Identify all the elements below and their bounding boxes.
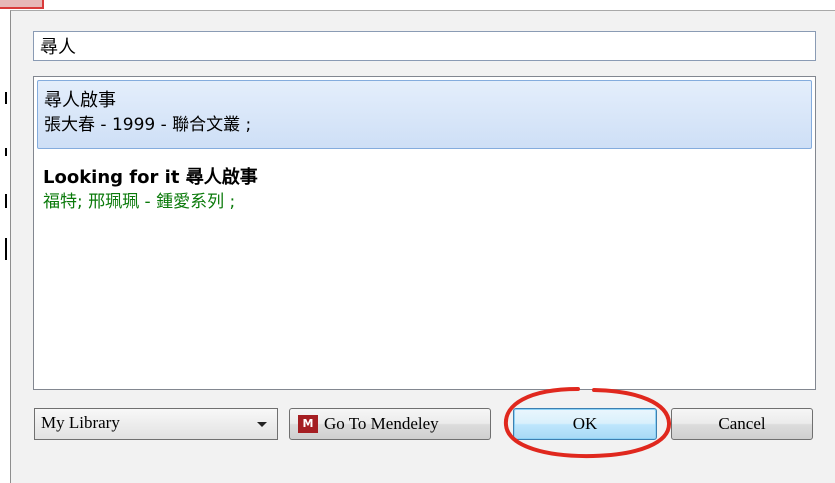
go-to-mendeley-label: Go To Mendeley: [324, 414, 439, 433]
background-edge-mark: [5, 92, 7, 104]
result-item[interactable]: Looking for it 尋人啟事 福特; 邢珮珮 - 鍾愛系列 ;: [37, 158, 812, 218]
search-input[interactable]: [33, 31, 816, 61]
ok-button[interactable]: OK: [513, 408, 657, 440]
ok-button-label: OK: [572, 414, 598, 433]
library-select-value: My Library: [41, 413, 120, 432]
result-details: 張大春 - 1999 - 聯合文叢 ;: [44, 115, 252, 135]
chevron-down-icon: [257, 422, 267, 427]
screenshot-canvas: 尋人啟事 張大春 - 1999 - 聯合文叢 ; Looking for it …: [0, 0, 835, 483]
result-item[interactable]: 尋人啟事 張大春 - 1999 - 聯合文叢 ;: [37, 80, 812, 149]
result-title: Looking for it 尋人啟事: [43, 167, 258, 188]
result-title: 尋人啟事: [44, 90, 116, 111]
go-to-mendeley-button[interactable]: M Go To Mendeley: [289, 408, 491, 440]
mendeley-icon: M: [298, 415, 318, 433]
background-edge-mark: [5, 194, 7, 208]
background-edge-mark: [5, 148, 7, 156]
cancel-button-label: Cancel: [718, 414, 766, 433]
result-details: 福特; 邢珮珮 - 鍾愛系列 ;: [43, 192, 236, 212]
background-window-tab: [0, 0, 44, 9]
library-select[interactable]: My Library: [34, 408, 278, 440]
results-list[interactable]: 尋人啟事 張大春 - 1999 - 聯合文叢 ; Looking for it …: [33, 76, 816, 390]
cancel-button[interactable]: Cancel: [671, 408, 813, 440]
background-edge-mark: [5, 238, 7, 260]
